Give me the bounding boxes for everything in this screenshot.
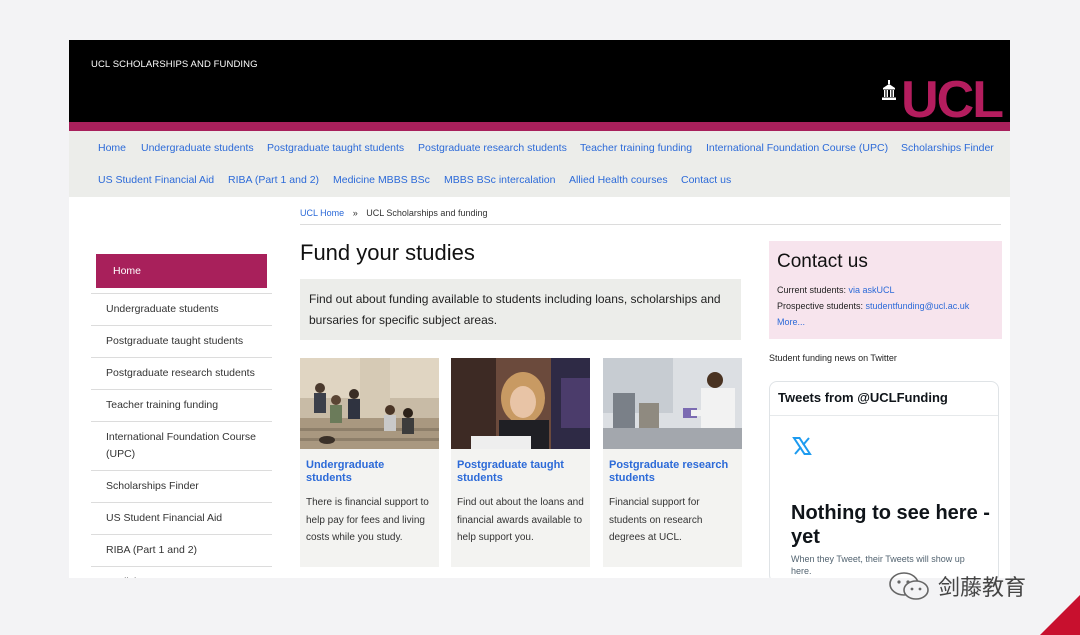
card-title-undergraduate[interactable]: Undergraduate students (306, 459, 433, 485)
sidenav-item-teacher-training[interactable]: Teacher training funding (91, 389, 272, 421)
x-logo-icon[interactable] (792, 436, 812, 456)
breadcrumb-divider (300, 224, 1001, 225)
watermark: 剑藤教育 (888, 570, 1026, 602)
topnav-postgraduate-taught[interactable]: Postgraduate taught students (267, 142, 404, 154)
sidenav-item-undergraduate[interactable]: Undergraduate students (91, 293, 272, 325)
intro-box: Find out about funding available to stud… (300, 279, 741, 340)
card-image-postgraduate-taught (451, 358, 590, 449)
sidenav-item-us-financial-aid[interactable]: US Student Financial Aid (91, 502, 272, 534)
sidenav-item-home[interactable]: Home (96, 254, 267, 288)
breadcrumb-home-link[interactable]: UCL Home (300, 208, 344, 218)
contact-current-students: Current students: via askUCL (777, 285, 895, 295)
topnav-postgraduate-research[interactable]: Postgraduate research students (418, 142, 567, 154)
topnav-home[interactable]: Home (98, 142, 126, 154)
card-postgraduate-taught[interactable]: Postgraduate taught students Find out ab… (451, 358, 590, 567)
side-navigation: Home Undergraduate students Postgraduate… (91, 249, 272, 578)
contact-askucl-link[interactable]: via askUCL (849, 285, 895, 295)
topnav-riba[interactable]: RIBA (Part 1 and 2) (228, 174, 319, 186)
topnav-scholarships-finder[interactable]: Scholarships Finder (901, 142, 994, 154)
topnav-teacher-training[interactable]: Teacher training funding (580, 142, 692, 154)
card-image-postgraduate-research (603, 358, 742, 449)
twitter-widget: Tweets from @UCLFunding Nothing to see h… (769, 381, 999, 578)
breadcrumb: UCL Home » UCL Scholarships and funding (300, 208, 487, 218)
sidenav-item-medicine-mbbs[interactable]: Medicine MBBS BSc (91, 566, 272, 578)
sidenav-item-riba[interactable]: RIBA (Part 1 and 2) (91, 534, 272, 566)
portico-icon (882, 80, 897, 100)
card-desc-postgraduate-taught: Find out about the loans and financial a… (457, 497, 584, 543)
sidenav-item-scholarships-finder[interactable]: Scholarships Finder (91, 470, 272, 502)
watermark-text: 剑藤教育 (938, 576, 1027, 601)
card-title-postgraduate-taught[interactable]: Postgraduate taught students (457, 459, 584, 485)
site-header: UCL SCHOLARSHIPS AND FUNDING UCL (69, 40, 1010, 129)
card-undergraduate[interactable]: Undergraduate students There is financia… (300, 358, 439, 567)
card-image-undergraduate (300, 358, 439, 449)
topnav-medicine-mbbs[interactable]: Medicine MBBS BSc (333, 174, 430, 186)
card-postgraduate-research[interactable]: Postgraduate research students Financial… (603, 358, 742, 567)
page: UCL SCHOLARSHIPS AND FUNDING UCL Home Un… (69, 40, 1010, 578)
page-title: Fund your studies (300, 240, 475, 265)
topnav-allied-health[interactable]: Allied Health courses (569, 174, 668, 186)
sidenav-item-postgraduate-research[interactable]: Postgraduate research students (91, 357, 272, 389)
breadcrumb-current: UCL Scholarships and funding (366, 208, 488, 218)
twitter-widget-header[interactable]: Tweets from @UCLFunding (770, 382, 998, 416)
contact-current-label: Current students: (777, 285, 849, 295)
card-desc-undergraduate: There is financial support to help pay f… (306, 497, 429, 543)
top-navigation: Home Undergraduate students Postgraduate… (69, 131, 1010, 197)
twitter-empty-title: Nothing to see here - yet (791, 502, 990, 548)
contact-email-link[interactable]: studentfunding@ucl.ac.uk (866, 301, 970, 311)
contact-title: Contact us (777, 251, 868, 272)
topnav-mbbs-intercalation[interactable]: MBBS BSc intercalation (444, 174, 555, 186)
topnav-contact-us[interactable]: Contact us (681, 174, 731, 186)
twitter-label: Student funding news on Twitter (769, 353, 897, 363)
brand-stripe (69, 122, 1010, 131)
logo-text: UCL (901, 71, 1004, 129)
wechat-icon (889, 572, 929, 600)
breadcrumb-separator: » (352, 208, 358, 218)
site-title[interactable]: UCL SCHOLARSHIPS AND FUNDING (91, 59, 258, 70)
contact-box: Contact us Current students: via askUCL … (769, 241, 1002, 339)
corner-decoration (1040, 595, 1080, 635)
contact-prospective-students: Prospective students: studentfunding@ucl… (777, 301, 969, 311)
contact-prospective-label: Prospective students: (777, 301, 866, 311)
sidenav-item-international-foundation[interactable]: International Foundation Course (UPC) (91, 421, 272, 470)
topnav-undergraduate[interactable]: Undergraduate students (141, 142, 254, 154)
contact-more-link[interactable]: More... (777, 317, 805, 327)
topnav-international-foundation[interactable]: International Foundation Course (UPC) (706, 142, 888, 154)
topnav-us-financial-aid[interactable]: US Student Financial Aid (98, 174, 214, 186)
sidenav-item-postgraduate-taught[interactable]: Postgraduate taught students (91, 325, 272, 357)
card-desc-postgraduate-research: Financial support for students on resear… (609, 497, 703, 543)
card-title-postgraduate-research[interactable]: Postgraduate research students (609, 459, 736, 485)
ucl-logo[interactable]: UCL (882, 71, 1004, 129)
